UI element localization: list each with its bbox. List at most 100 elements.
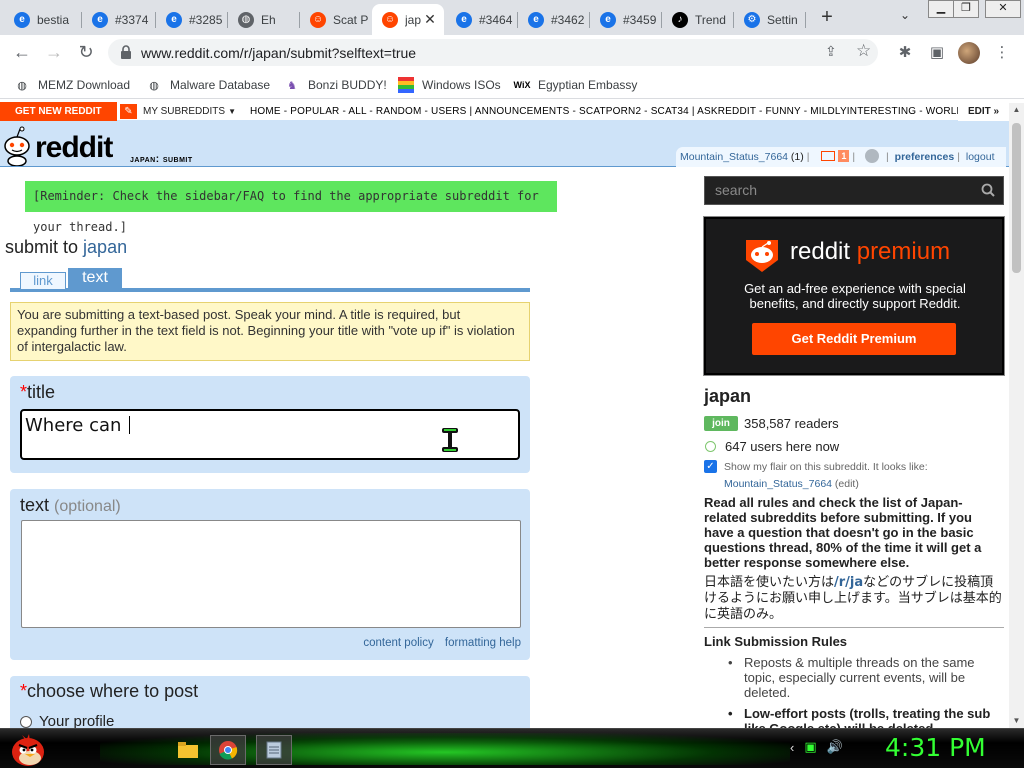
tab-title: #3462 [551, 12, 585, 27]
browser-tab[interactable]: e #3459 [590, 4, 662, 35]
bookmark-star-icon[interactable]: ☆ [856, 41, 871, 61]
scroll-down-icon[interactable]: ▼ [1011, 716, 1022, 726]
search-input[interactable]: search [704, 176, 1004, 205]
browser-tab[interactable]: ⚙ Settin [734, 4, 806, 35]
bookmark-malware-database[interactable]: ◍ Malware Database [146, 76, 270, 94]
subreddit-link[interactable]: japan [83, 237, 127, 257]
browser-tab-active[interactable]: ☺ jap ✕ [372, 4, 444, 35]
file-explorer-icon[interactable] [170, 735, 206, 765]
radio-circle[interactable] [20, 715, 32, 728]
logout-link[interactable]: logout [966, 151, 995, 163]
tab-search-button[interactable]: ⌄ [895, 8, 915, 28]
extensions-icon[interactable]: ✱ [895, 43, 915, 63]
tab-strip: e bestia e #3374 e #3285 ◍ Eh ☺ Scat P ☺… [0, 0, 1024, 35]
gear-icon: ⚙ [744, 11, 760, 28]
network-icon[interactable]: ▣ [804, 739, 816, 755]
username-link[interactable]: Mountain_Status_7664 [680, 151, 788, 163]
vertical-scrollbar[interactable]: ▲ ▼ [1009, 103, 1024, 728]
snoo-logo-icon[interactable] [2, 126, 32, 166]
browser-tab[interactable]: e #3374 [82, 4, 156, 35]
restore-button[interactable]: ❐ [953, 0, 979, 18]
online-row: 647 users here now [705, 439, 839, 454]
browser-tab[interactable]: ☺ Scat P [300, 4, 372, 35]
close-window-button[interactable]: ✕ [985, 0, 1021, 18]
reddit-icon: ☺ [310, 11, 326, 28]
volume-icon[interactable]: 🔊 [827, 739, 843, 755]
browser-tab[interactable]: e #3285 [156, 4, 228, 35]
page-title: japan: submit [130, 154, 193, 165]
reddit-wordmark[interactable]: reddit [35, 131, 113, 165]
browser-tab[interactable]: ◍ Eh [228, 4, 300, 35]
browser-tab[interactable]: ♪ Trend [662, 4, 734, 35]
flair-username: Mountain_Status_7664 [724, 478, 832, 490]
search-icon[interactable] [981, 183, 995, 197]
formatting-help-link[interactable]: formatting help [445, 637, 521, 649]
globe-icon: ◍ [238, 11, 254, 28]
address-bar[interactable]: www.reddit.com/r/japan/submit?selftext=t… [108, 39, 878, 66]
minimize-button[interactable]: ▁ [928, 0, 954, 18]
tab-title: bestia [37, 12, 70, 27]
text-field-box: text (optional) content policy formattin… [10, 489, 530, 660]
title-label: *title [20, 382, 56, 402]
chrome-taskbar-icon[interactable] [210, 735, 246, 765]
bookmark-memz[interactable]: ◍ MEMZ Download [14, 76, 130, 94]
scroll-up-icon[interactable]: ▲ [1011, 105, 1022, 115]
side-panel-icon[interactable]: ▣ [927, 43, 947, 63]
mail-count-badge[interactable]: 1 [838, 150, 850, 162]
lock-icon [121, 45, 131, 59]
r-ja-link[interactable]: /r/ja [834, 575, 863, 590]
reload-icon[interactable]: ↻ [74, 41, 98, 63]
bookmark-bonzi-buddy[interactable]: ♞ Bonzi BUDDY! [284, 76, 387, 94]
windows-flag-icon [398, 77, 414, 93]
taskbar-clock[interactable]: 4:31 PM [885, 733, 986, 762]
tab-title: Scat P [333, 12, 369, 27]
reddit-icon: ☺ [382, 11, 398, 28]
reminder-banner: [Reminder: Check the sidebar/FAQ to find… [25, 181, 557, 234]
choose-label: *choose where to post [20, 681, 199, 701]
mail-icon[interactable] [821, 151, 836, 161]
tab-title: Trend [695, 12, 726, 27]
forward-icon[interactable]: → [42, 41, 66, 63]
text-body-input[interactable] [21, 520, 521, 628]
edge-icon: e [528, 11, 544, 28]
browser-tab[interactable]: e #3462 [518, 4, 590, 35]
browser-tab[interactable]: e #3464 [446, 4, 518, 35]
preferences-link[interactable]: preferences [895, 151, 955, 163]
bookmarks-bar: ◍ MEMZ Download ◍ Malware Database ♞ Bonzi … [0, 69, 1024, 99]
edge-icon: e [14, 11, 30, 28]
chat-icon[interactable] [865, 149, 880, 163]
title-input[interactable]: Where can [20, 409, 520, 460]
content-policy-link[interactable]: content policy [363, 637, 433, 649]
menu-kebab-icon[interactable]: ⋮ [992, 43, 1012, 63]
bookmark-windows-isos[interactable]: Windows ISOs [398, 76, 501, 94]
start-angry-bird-icon[interactable] [8, 731, 48, 767]
get-new-reddit-link[interactable]: GET NEW REDDIT [0, 102, 117, 121]
premium-snoo-icon [746, 240, 778, 272]
os-taskbar: ‹ ▣ 🔊 4:31 PM [0, 728, 1024, 768]
notepad-taskbar-icon[interactable] [256, 735, 292, 765]
share-icon[interactable]: ⇪ [825, 43, 837, 60]
get-premium-button[interactable]: Get Reddit Premium [752, 323, 956, 355]
text-label: text (optional) [20, 495, 121, 515]
close-tab-icon[interactable]: ✕ [422, 11, 438, 28]
tray-chevron-icon[interactable]: ‹ [790, 740, 794, 755]
subreddit-links[interactable]: HOME - POPULAR - ALL - RANDOM - USERS | … [250, 102, 995, 121]
scrollbar-thumb[interactable] [1012, 123, 1021, 273]
back-icon[interactable]: ← [10, 41, 34, 63]
profile-avatar[interactable] [958, 42, 980, 64]
new-tab-button[interactable]: + [815, 6, 839, 30]
browser-toolbar: ← → ↻ www.reddit.com/r/japan/submit?self… [0, 35, 1024, 69]
divider [704, 627, 1004, 628]
my-subreddits-dropdown[interactable]: ✎ MY SUBREDDITS ▼ [120, 104, 236, 119]
join-button[interactable]: join [704, 416, 738, 431]
browser-tab[interactable]: e bestia [4, 4, 82, 35]
bookmark-egyptian-embassy[interactable]: WiX Egyptian Embassy [514, 76, 638, 94]
flair-edit-link[interactable]: (edit) [835, 478, 859, 490]
flair-checkbox[interactable]: ✓ [704, 460, 717, 473]
tab-title: jap [405, 12, 422, 27]
tab-link[interactable]: link [20, 272, 66, 289]
text-caret [129, 416, 131, 434]
join-row: join 358,587 readers [704, 416, 839, 431]
tab-text[interactable]: text [68, 268, 122, 289]
sidebar-subreddit-title[interactable]: japan [704, 386, 751, 407]
